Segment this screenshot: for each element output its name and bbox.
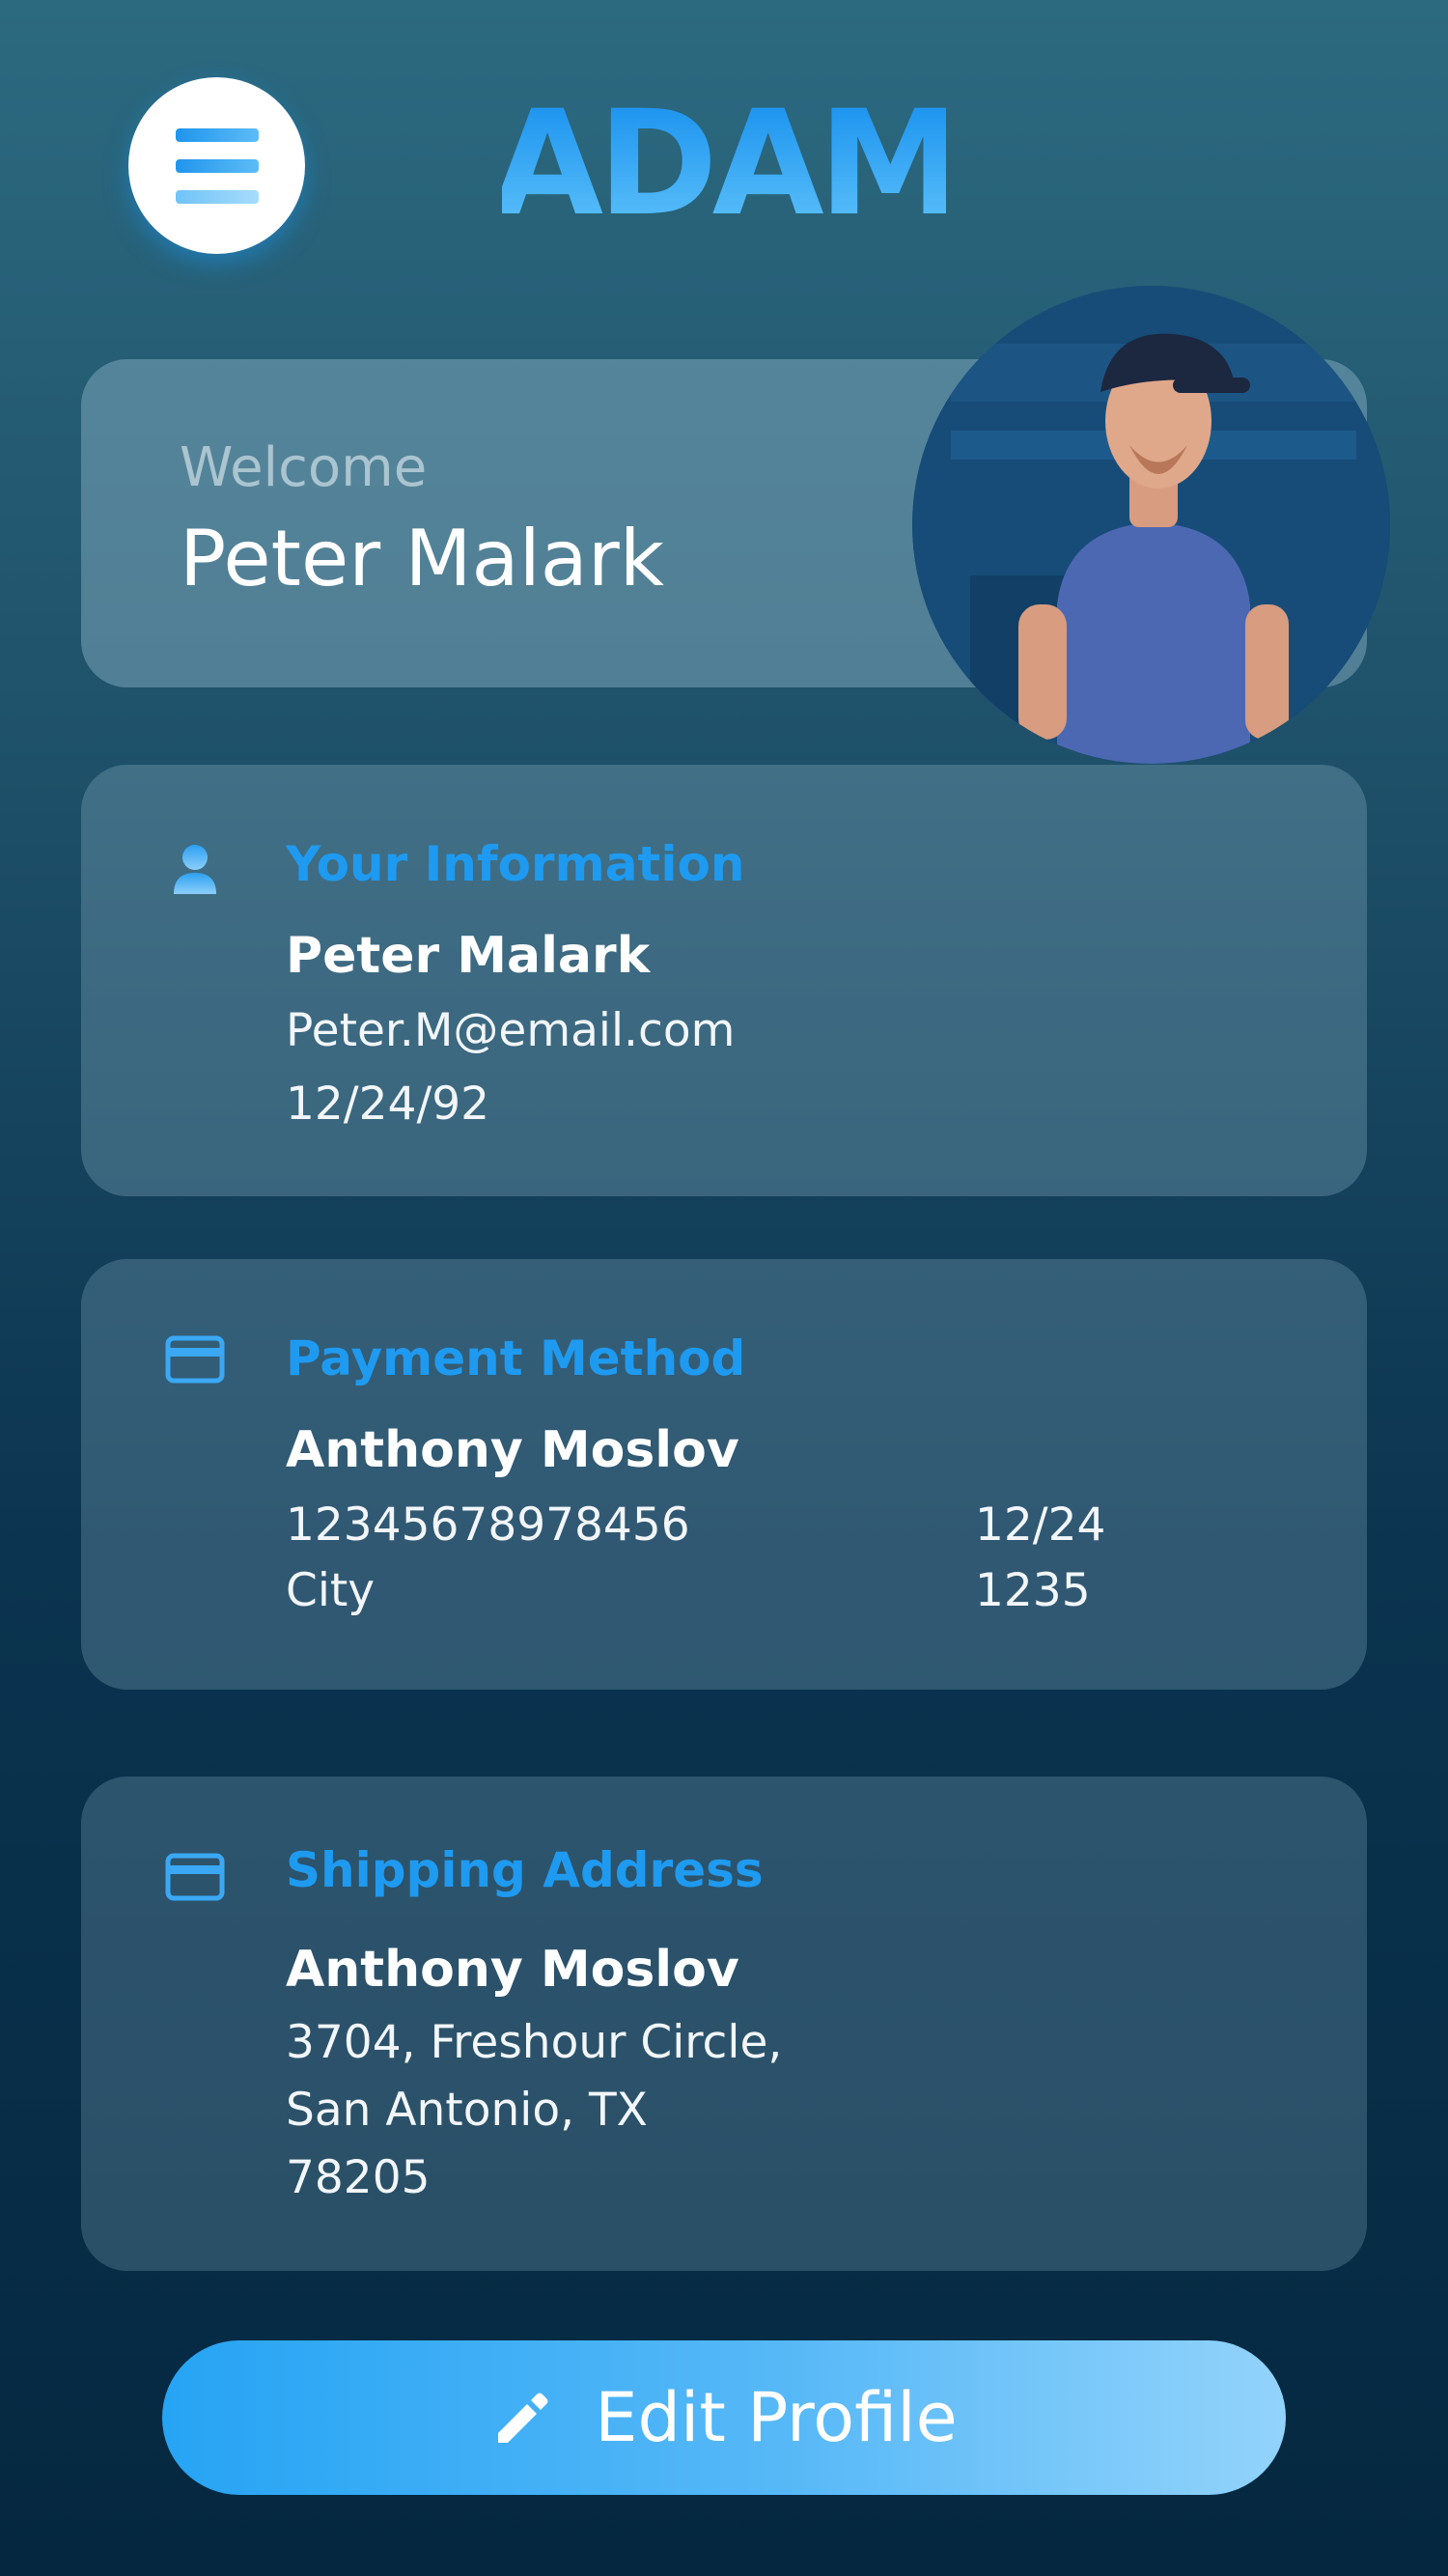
info-dob: 12/24/92 <box>286 1078 490 1131</box>
avatar[interactable] <box>912 286 1390 764</box>
credit-card-icon <box>165 1853 225 1901</box>
payment-card: Payment Method Anthony Moslov 1234567897… <box>81 1259 1367 1690</box>
info-card: Your Information Peter Malark Peter.M@em… <box>81 765 1367 1196</box>
credit-card-icon <box>165 1335 225 1384</box>
shipping-zip: 78205 <box>286 2151 431 2204</box>
shipping-title: Shipping Address <box>286 1842 764 1898</box>
info-title: Your Information <box>286 836 745 892</box>
menu-icon <box>175 127 259 142</box>
info-email: Peter.M@email.com <box>286 1004 736 1057</box>
welcome-name: Peter Malark <box>180 514 665 603</box>
avatar-photo <box>912 286 1390 764</box>
shipping-line2: San Antonio, TX <box>286 2084 648 2137</box>
payment-expiry: 12/24 <box>975 1498 1106 1552</box>
payment-name: Anthony Moslov <box>286 1421 739 1479</box>
menu-button[interactable] <box>128 77 305 254</box>
edit-profile-label: Edit Profile <box>595 2378 958 2457</box>
welcome-label: Welcome <box>180 436 428 499</box>
shipping-line1: 3704, Freshour Circle, <box>286 2016 783 2069</box>
shipping-card: Shipping Address Anthony Moslov 3704, Fr… <box>81 1777 1367 2271</box>
payment-code: 1235 <box>975 1564 1091 1617</box>
payment-card-number: 12345678978456 <box>286 1498 690 1552</box>
info-name: Peter Malark <box>286 927 651 985</box>
pencil-icon <box>498 2393 548 2443</box>
payment-title: Payment Method <box>286 1330 746 1386</box>
shipping-name: Anthony Moslov <box>286 1941 739 1999</box>
app-logo: ADAM <box>491 80 962 248</box>
user-icon <box>174 845 216 894</box>
edit-profile-button[interactable]: Edit Profile <box>162 2340 1286 2495</box>
payment-city: City <box>286 1564 376 1617</box>
